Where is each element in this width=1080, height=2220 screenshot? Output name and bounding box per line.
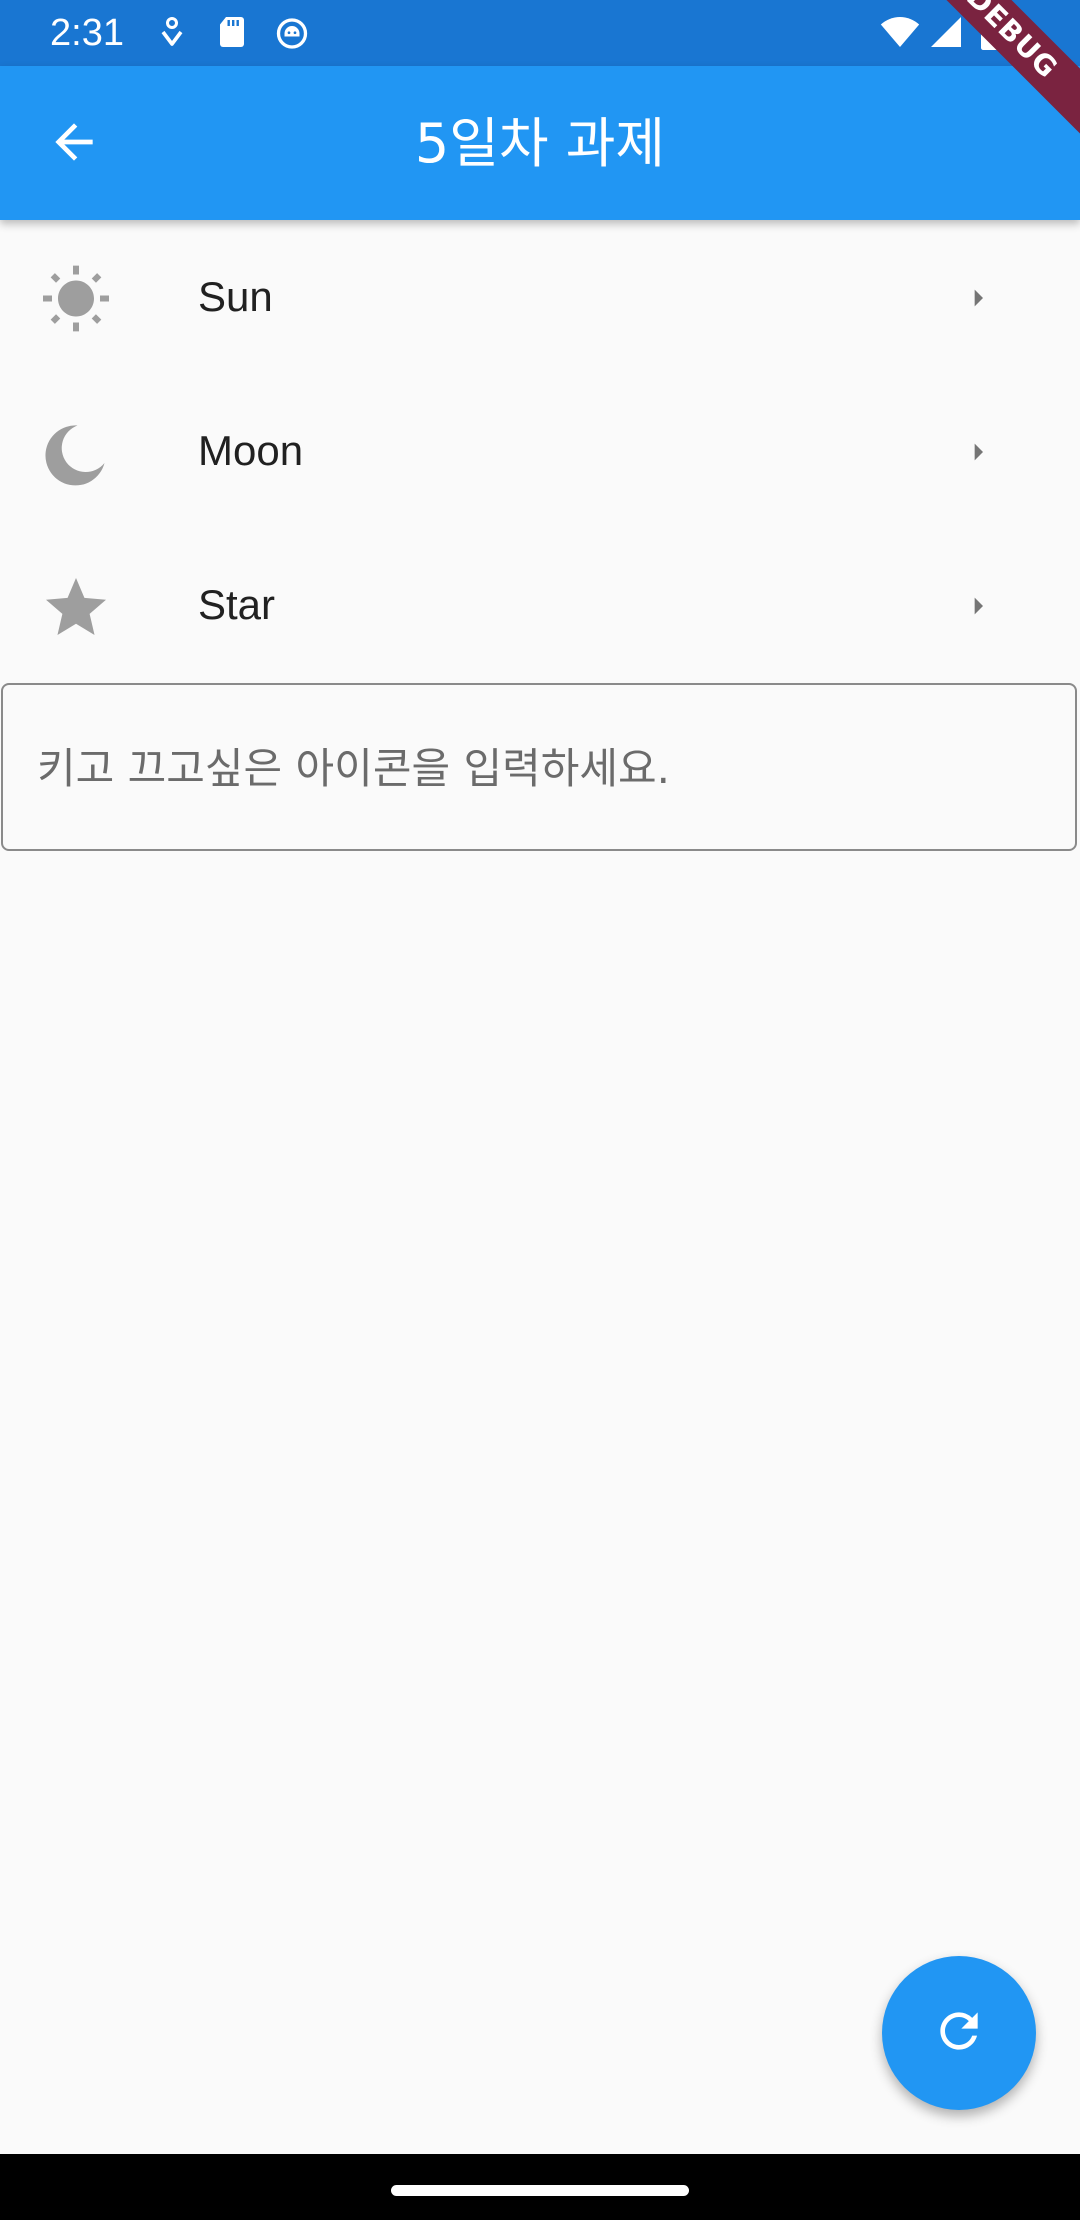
notification-icon — [154, 14, 190, 50]
sd-card-icon — [214, 14, 250, 50]
refresh-icon — [931, 2003, 987, 2064]
icon-name-input[interactable] — [35, 737, 1039, 799]
list-item-label: Sun — [198, 273, 273, 320]
refresh-button[interactable] — [882, 1956, 1036, 2110]
page-title: 5일차 과제 — [414, 112, 666, 175]
app-screen: 2:31 5일차 과제 DEBUG Sun Moon Star 키고 끄고싶은 … — [0, 0, 1080, 2220]
list-item-star[interactable]: Star — [0, 528, 1080, 682]
star-icon — [40, 572, 112, 644]
signal-icon — [928, 14, 964, 50]
list-item-label: Moon — [198, 427, 304, 474]
moon-icon — [40, 418, 112, 490]
arrow-right-icon — [958, 432, 998, 472]
list-item-moon[interactable]: Moon — [0, 374, 1080, 528]
icon-toggle-field — [1, 683, 1077, 851]
status-bar: 2:31 — [0, 0, 1080, 66]
arrow-right-icon — [958, 586, 998, 626]
icon-list: Sun Moon Star — [0, 220, 1080, 682]
app-bar: 5일차 과제 — [0, 66, 1080, 220]
list-item-label: Star — [198, 581, 276, 628]
arrow-right-icon — [958, 278, 998, 318]
wifi-icon — [880, 14, 920, 50]
status-time: 2:31 — [50, 12, 124, 54]
system-nav-bar — [0, 2154, 1080, 2220]
android-debug-icon — [274, 14, 310, 50]
home-indicator[interactable] — [391, 2185, 689, 2196]
list-item-sun[interactable]: Sun — [0, 220, 1080, 374]
sun-icon — [40, 264, 112, 336]
